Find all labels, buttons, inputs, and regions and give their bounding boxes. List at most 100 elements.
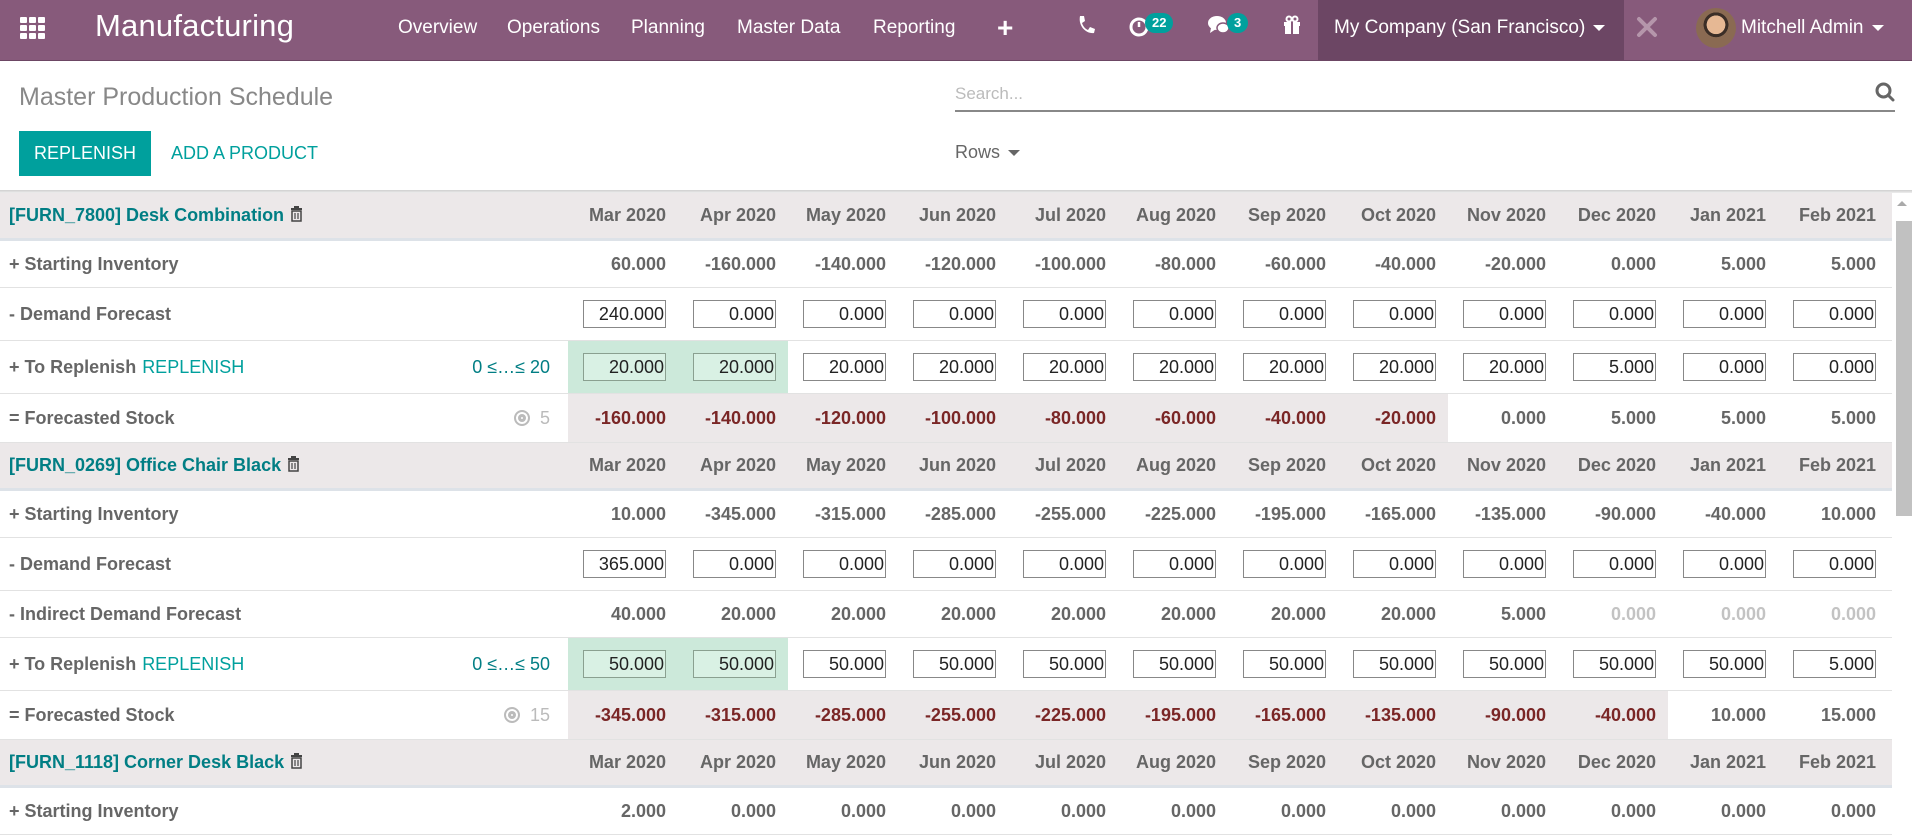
quantity-input[interactable] [1353,300,1436,328]
quantity-input[interactable] [803,550,886,578]
add-product-button[interactable]: ADD A PRODUCT [171,143,318,164]
quantity-input[interactable] [1023,300,1106,328]
cell: -195.000 [1216,491,1326,537]
replenish-button[interactable]: REPLENISH [19,131,151,176]
quantity-input[interactable] [1683,650,1766,678]
quantity-input[interactable] [1793,300,1876,328]
quantity-input[interactable] [1793,550,1876,578]
month-header: Feb 2021 [1798,455,1876,475]
user-menu[interactable]: Mitchell Admin [1741,17,1884,39]
quantity-input[interactable] [693,650,776,678]
quantity-input[interactable] [1683,550,1766,578]
cell-value: -100.000 [924,407,996,428]
apps-menu-icon[interactable] [20,17,46,39]
cell [1546,288,1656,340]
quantity-input[interactable] [1463,550,1546,578]
quantity-input[interactable] [1793,650,1876,678]
month-header: Apr 2020 [699,455,776,475]
trash-icon[interactable] [290,753,303,769]
quantity-input[interactable] [693,300,776,328]
quantity-input[interactable] [1133,353,1216,381]
quantity-input[interactable] [1463,650,1546,678]
quantity-input[interactable] [1683,300,1766,328]
quantity-input[interactable] [803,353,886,381]
quantity-input[interactable] [913,353,996,381]
cell: 0.000 [1546,591,1656,637]
quantity-input[interactable] [913,300,996,328]
month-header: May 2020 [805,752,886,772]
quantity-input[interactable] [803,300,886,328]
quantity-input[interactable] [1133,650,1216,678]
cell-value: -285.000 [814,704,886,725]
quantity-input[interactable] [1573,353,1656,381]
table-row: - Demand Forecast [0,288,1892,341]
quantity-input[interactable] [1793,353,1876,381]
quantity-input[interactable] [1243,650,1326,678]
cell [1436,288,1546,340]
quantity-input[interactable] [1353,650,1436,678]
quantity-input[interactable] [583,650,666,678]
quantity-input[interactable] [913,550,996,578]
product-name-link[interactable]: [FURN_7800] Desk Combination [9,205,303,226]
scrollbar-thumb[interactable] [1896,221,1912,516]
quantity-input[interactable] [1463,300,1546,328]
debug-tools-icon[interactable] [1636,16,1658,45]
cell: -165.000 [1326,491,1436,537]
product-name-link[interactable]: [FURN_1118] Corner Desk Black [9,752,303,773]
quantity-input[interactable] [1133,300,1216,328]
quantity-input[interactable] [1573,300,1656,328]
quantity-input[interactable] [583,550,666,578]
quantity-input[interactable] [1023,353,1106,381]
app-name[interactable]: Manufacturing [95,8,294,44]
safety-stock[interactable]: 5 [513,408,550,429]
menu-reporting[interactable]: Reporting [873,17,955,39]
rows-dropdown[interactable]: Rows [955,142,1021,163]
plus-icon[interactable]: + [997,12,1013,44]
quantity-input[interactable] [1683,353,1766,381]
quantity-input[interactable] [1243,550,1326,578]
product-name: [FURN_7800] Desk Combination [9,205,285,225]
quantity-input[interactable] [1353,550,1436,578]
product-name-link[interactable]: [FURN_0269] Office Chair Black [9,455,300,476]
quantity-input[interactable] [583,353,666,381]
quantity-input[interactable] [1243,353,1326,381]
search-input[interactable] [955,80,1855,108]
menu-master-data[interactable]: Master Data [737,17,840,39]
trash-icon[interactable] [290,206,303,222]
quantity-input[interactable] [1243,300,1326,328]
row-replenish-link[interactable]: REPLENISH [142,357,244,377]
month-header: Apr 2020 [699,205,776,225]
trash-icon[interactable] [287,456,300,472]
cell: -315.000 [776,491,886,537]
phone-icon[interactable] [1076,14,1096,42]
quantity-input[interactable] [1573,550,1656,578]
vertical-scrollbar[interactable] [1893,193,1912,840]
quantity-input[interactable] [1573,650,1656,678]
search-icon[interactable] [1875,82,1895,102]
cell: 20.000 [776,591,886,637]
quantity-input[interactable] [1023,650,1106,678]
user-avatar[interactable] [1696,8,1736,48]
replenish-range-link[interactable]: 0 ≤…≤ 50 [472,654,550,675]
quantity-input[interactable] [1133,550,1216,578]
quantity-input[interactable] [1353,353,1436,381]
quantity-input[interactable] [803,650,886,678]
scroll-up-icon[interactable] [1897,201,1907,206]
quantity-input[interactable] [913,650,996,678]
safety-stock[interactable]: 15 [503,705,550,726]
gift-icon[interactable] [1282,14,1302,42]
menu-overview[interactable]: Overview [398,17,477,39]
menu-planning[interactable]: Planning [631,17,705,39]
quantity-input[interactable] [693,353,776,381]
replenish-range-link[interactable]: 0 ≤…≤ 20 [472,357,550,378]
row-label-text: + Starting Inventory [9,254,179,274]
menu-operations[interactable]: Operations [507,17,600,39]
quantity-input[interactable] [1023,550,1106,578]
row-replenish-link[interactable]: REPLENISH [142,654,244,674]
company-switcher[interactable]: My Company (San Francisco) [1318,0,1624,61]
quantity-input[interactable] [1463,353,1546,381]
row-label: + Starting Inventory [9,504,179,525]
quantity-input[interactable] [583,300,666,328]
quantity-input[interactable] [693,550,776,578]
cell-value: 0.000 [1720,800,1766,821]
